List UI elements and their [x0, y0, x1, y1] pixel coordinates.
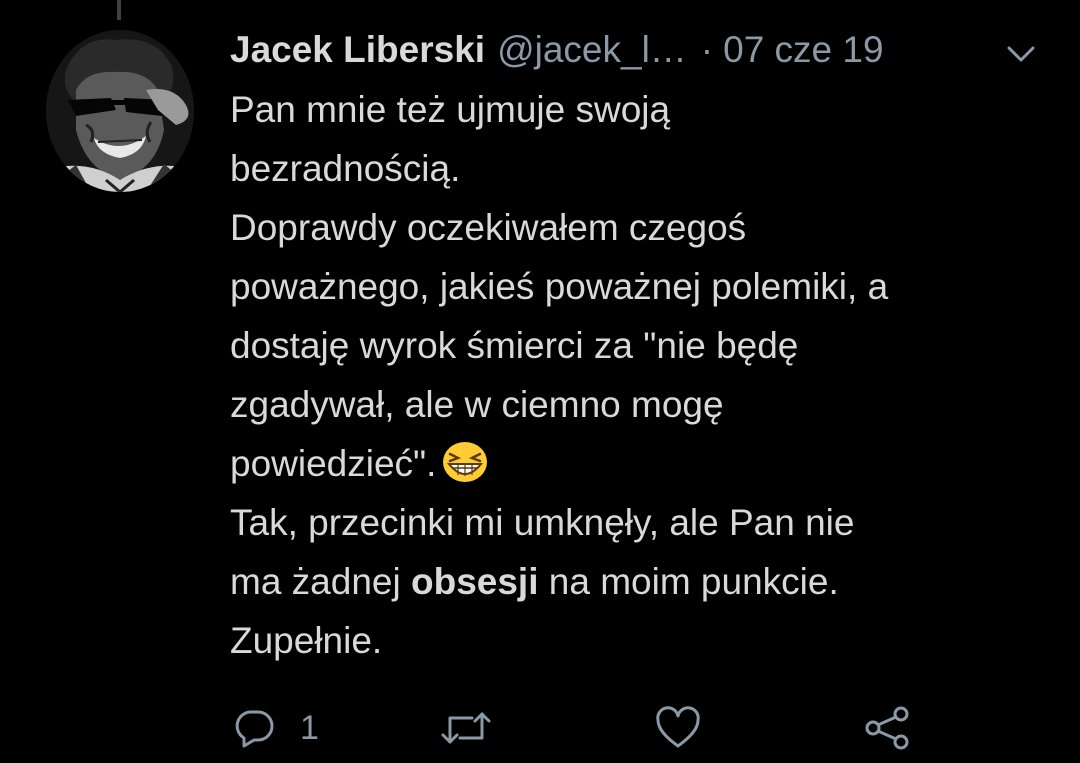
tweet-text-line-bold: ma żadnej obsesji na moim punkcie. — [230, 552, 1050, 611]
tweet-text-line: Tak, przecinki mi umknęły, ale Pan nie — [230, 502, 855, 543]
tweet-text-line: dostaję wyrok śmierci za "nie będę — [230, 325, 799, 366]
reply-count: 1 — [300, 708, 319, 747]
thread-connector-line — [117, 0, 121, 20]
retweet-icon — [438, 706, 494, 750]
tweet-text: Pan mnie też ujmuje swoją bezradnością. … — [230, 80, 1050, 670]
reply-button[interactable]: 1 — [232, 700, 319, 756]
tweet-text-line: Pan mnie też ujmuje swoją — [230, 89, 671, 130]
tweet-text-line: Zupełnie. — [230, 620, 383, 661]
tweet-text-line-emoji: powiedzieć". — [230, 434, 1050, 493]
share-button[interactable] — [862, 700, 912, 756]
tweet-text-line: Doprawdy oczekiwałem czegoś — [230, 207, 747, 248]
tweet-text-segment: na moim punkcie. — [538, 561, 839, 602]
tweet-timestamp[interactable]: 07 cze 19 — [723, 29, 883, 71]
avatar-image — [46, 30, 194, 192]
reply-icon — [232, 706, 276, 750]
author-display-name[interactable]: Jacek Liberski — [230, 29, 485, 71]
tweet-text-segment: powiedzieć". — [230, 443, 437, 484]
grinning-squinting-face-emoji-icon — [440, 440, 490, 484]
retweet-button[interactable] — [438, 700, 494, 756]
tweet-header: Jacek Liberski @jacek_l… · 07 cze 19 — [230, 24, 1060, 76]
tweet-text-line: bezradnością. — [230, 148, 461, 189]
author-handle[interactable]: @jacek_l… — [497, 29, 687, 71]
tweet-text-line: poważnego, jakieś poważnej polemiki, a — [230, 266, 889, 307]
heart-icon — [654, 706, 702, 750]
tweet-text-bold-word: obsesji — [411, 561, 539, 602]
tweet-action-bar: 1 — [230, 700, 1050, 756]
tweet-text-segment: ma żadnej — [230, 561, 411, 602]
like-button[interactable] — [654, 700, 702, 756]
tweet-text-line: zgadywał, ale w ciemno mogę — [230, 384, 724, 425]
avatar[interactable] — [46, 30, 194, 192]
share-icon — [862, 704, 912, 752]
chevron-down-icon[interactable] — [1004, 36, 1038, 66]
header-separator: · — [700, 29, 714, 70]
